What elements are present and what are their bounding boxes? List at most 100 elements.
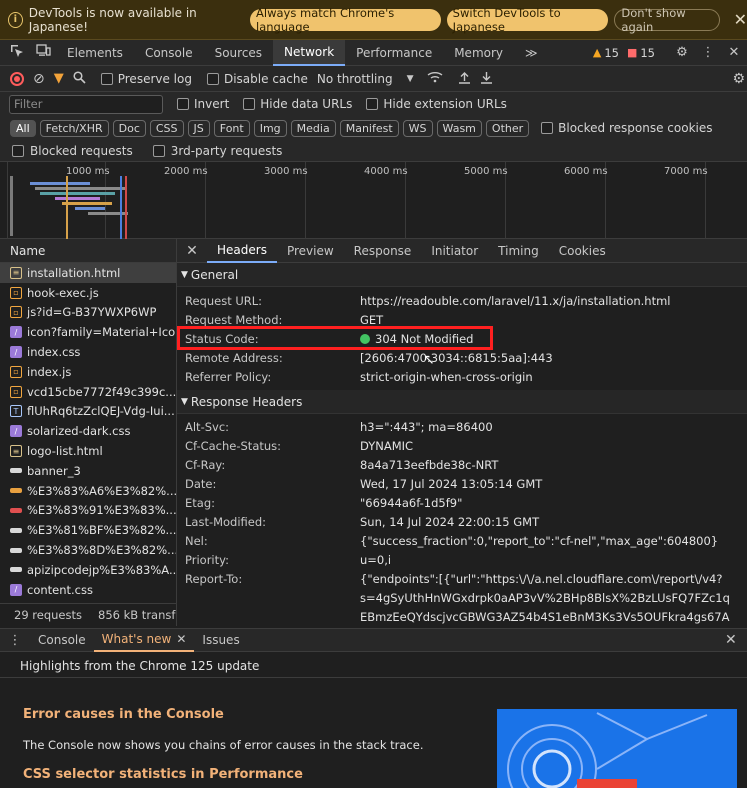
network-overview-timeline[interactable]: 1000 ms 2000 ms 3000 ms 4000 ms 5000 ms … xyxy=(0,162,747,239)
network-conditions-icon[interactable] xyxy=(427,70,443,87)
tab-timing[interactable]: Timing xyxy=(488,239,549,263)
type-doc[interactable]: Doc xyxy=(112,119,146,137)
request-row[interactable]: / content.css xyxy=(0,580,176,600)
clear-icon[interactable]: ⊘ xyxy=(33,71,45,87)
close-devtools-icon[interactable]: ✕ xyxy=(721,45,747,60)
inspect-element-icon[interactable] xyxy=(4,44,30,62)
tab-memory[interactable]: Memory xyxy=(443,40,514,66)
tab-preview[interactable]: Preview xyxy=(277,239,344,263)
type-fetch-xhr[interactable]: Fetch/XHR xyxy=(39,119,109,137)
invert-checkbox[interactable] xyxy=(177,98,189,110)
request-row[interactable]: / index.css xyxy=(0,342,176,362)
tab-initiator[interactable]: Initiator xyxy=(421,239,488,263)
network-settings-gear-icon[interactable]: ⚙ xyxy=(732,71,745,87)
feature-heading-css-selector-stats[interactable]: CSS selector statistics in Performance xyxy=(23,767,303,782)
error-icon[interactable]: ■ xyxy=(627,46,637,59)
name-column-header[interactable]: Name xyxy=(0,239,177,263)
img-file-icon xyxy=(10,527,22,533)
header-value: Sun, 14 Jul 2024 22:00:15 GMT xyxy=(360,514,540,529)
filter-funnel-icon[interactable]: ▼ xyxy=(54,71,64,86)
export-har-icon[interactable] xyxy=(480,71,493,87)
tab-cookies[interactable]: Cookies xyxy=(549,239,616,263)
match-language-button[interactable]: Always match Chrome's language xyxy=(250,6,441,34)
blocked-cookies-label: Blocked response cookies xyxy=(558,121,713,135)
header-key: Cf-Ray: xyxy=(185,457,226,472)
request-row[interactable]: banner_3 xyxy=(0,461,176,481)
close-drawer-icon[interactable]: ✕ xyxy=(725,632,747,648)
type-js[interactable]: JS xyxy=(187,119,210,137)
tab-console[interactable]: Console xyxy=(134,40,204,66)
more-options-icon[interactable]: ⋮ xyxy=(695,45,721,60)
throttling-select[interactable]: No throttling ▼ xyxy=(317,72,414,86)
timeline-request-bar xyxy=(75,207,105,210)
header-value: https://readouble.com/laravel/11.x/ja/in… xyxy=(360,293,671,308)
timeline-request-bar xyxy=(88,212,128,215)
request-row[interactable]: ▫ js?id=G-B37YWXP6WP xyxy=(0,303,176,323)
request-row[interactable]: TflUhRq6tzZclQEJ-Vdg-Iui... xyxy=(0,402,176,422)
request-name: %E3%83%91%E3%83%... xyxy=(27,503,176,518)
response-headers-section-header[interactable]: ▼ Response Headers xyxy=(177,390,747,414)
import-har-icon[interactable] xyxy=(458,71,471,87)
drawer-tab-console[interactable]: Console xyxy=(30,628,94,652)
type-other[interactable]: Other xyxy=(485,119,530,137)
drawer-menu-icon[interactable]: ⋮ xyxy=(0,633,30,648)
type-manifest[interactable]: Manifest xyxy=(339,119,399,137)
type-all[interactable]: All xyxy=(10,119,36,137)
tab-performance[interactable]: Performance xyxy=(345,40,443,66)
search-icon[interactable] xyxy=(73,70,86,87)
tab-response[interactable]: Response xyxy=(344,239,422,263)
request-row[interactable]: ▫ hook-exec.js xyxy=(0,283,176,303)
request-row[interactable]: %E3%83%91%E3%83%... xyxy=(0,501,176,521)
device-toolbar-icon[interactable] xyxy=(30,44,56,61)
request-row[interactable]: ▫ vcd15cbe7772f49c399c... xyxy=(0,382,176,402)
request-row[interactable]: / solarized-dark.css xyxy=(0,421,176,441)
request-row[interactable]: ≡ logo-list.html xyxy=(0,441,176,461)
close-detail-icon[interactable]: ✕ xyxy=(177,243,207,259)
request-name: %E3%83%A6%E3%82%... xyxy=(27,483,176,498)
preserve-log-checkbox[interactable] xyxy=(100,72,113,85)
request-row[interactable]: %E3%81%BF%E3%82%... xyxy=(0,520,176,540)
request-row[interactable]: apizipcodejp%E3%83%A... xyxy=(0,560,176,580)
request-name: solarized-dark.css xyxy=(27,424,131,439)
request-row[interactable]: %E3%83%8D%E3%82%... xyxy=(0,540,176,560)
error-count[interactable]: 15 xyxy=(640,46,655,60)
type-media[interactable]: Media xyxy=(290,119,336,137)
warning-count[interactable]: 15 xyxy=(604,46,619,60)
request-row[interactable]: ≡ installation.html xyxy=(0,263,176,283)
record-icon[interactable] xyxy=(10,71,24,86)
type-font[interactable]: Font xyxy=(213,119,250,137)
request-row[interactable]: %E3%83%A6%E3%82%... xyxy=(0,481,176,501)
switch-japanese-button[interactable]: Switch DevTools to Japanese xyxy=(446,6,609,34)
tab-elements[interactable]: Elements xyxy=(56,40,134,66)
close-tab-icon[interactable]: ✕ xyxy=(176,632,186,646)
tab-headers[interactable]: Headers xyxy=(207,239,277,263)
type-wasm[interactable]: Wasm xyxy=(436,119,482,137)
dont-show-again-button[interactable]: Don't show again xyxy=(614,6,720,34)
type-img[interactable]: Img xyxy=(253,119,287,137)
expand-triangle-icon: ▼ xyxy=(181,396,188,407)
blocked-cookies-checkbox[interactable] xyxy=(541,122,554,134)
third-party-checkbox[interactable] xyxy=(152,144,165,157)
disable-cache-checkbox[interactable] xyxy=(206,72,219,85)
request-name: %E3%81%BF%E3%82%... xyxy=(27,523,176,538)
hide-extension-urls-checkbox[interactable] xyxy=(366,98,379,110)
tab-network[interactable]: Network xyxy=(273,39,346,66)
more-tabs-icon[interactable]: ≫ xyxy=(514,40,549,66)
feature-heading-error-causes[interactable]: Error causes in the Console xyxy=(23,707,224,722)
settings-gear-icon[interactable]: ⚙ xyxy=(669,45,695,60)
type-css[interactable]: CSS xyxy=(149,119,184,137)
timeline-tick: 1000 ms xyxy=(66,166,110,177)
request-row[interactable]: ▫ index.js xyxy=(0,362,176,382)
request-name: %E3%83%8D%E3%82%... xyxy=(27,543,176,558)
blocked-requests-checkbox[interactable] xyxy=(12,144,24,157)
type-ws[interactable]: WS xyxy=(402,119,433,137)
tab-sources[interactable]: Sources xyxy=(204,40,273,66)
filter-input[interactable] xyxy=(9,94,163,114)
close-infobar-icon[interactable]: ✕ xyxy=(734,10,747,29)
general-section-header[interactable]: ▼ General xyxy=(177,263,747,287)
request-row[interactable]: / icon?family=Material+Icons xyxy=(0,322,176,342)
hide-data-urls-checkbox[interactable] xyxy=(243,98,256,110)
drawer-tab-issues[interactable]: Issues xyxy=(194,628,247,652)
warning-icon[interactable]: ▲ xyxy=(593,46,601,59)
drawer-tab-whats-new[interactable]: What's new ✕ xyxy=(93,628,195,652)
